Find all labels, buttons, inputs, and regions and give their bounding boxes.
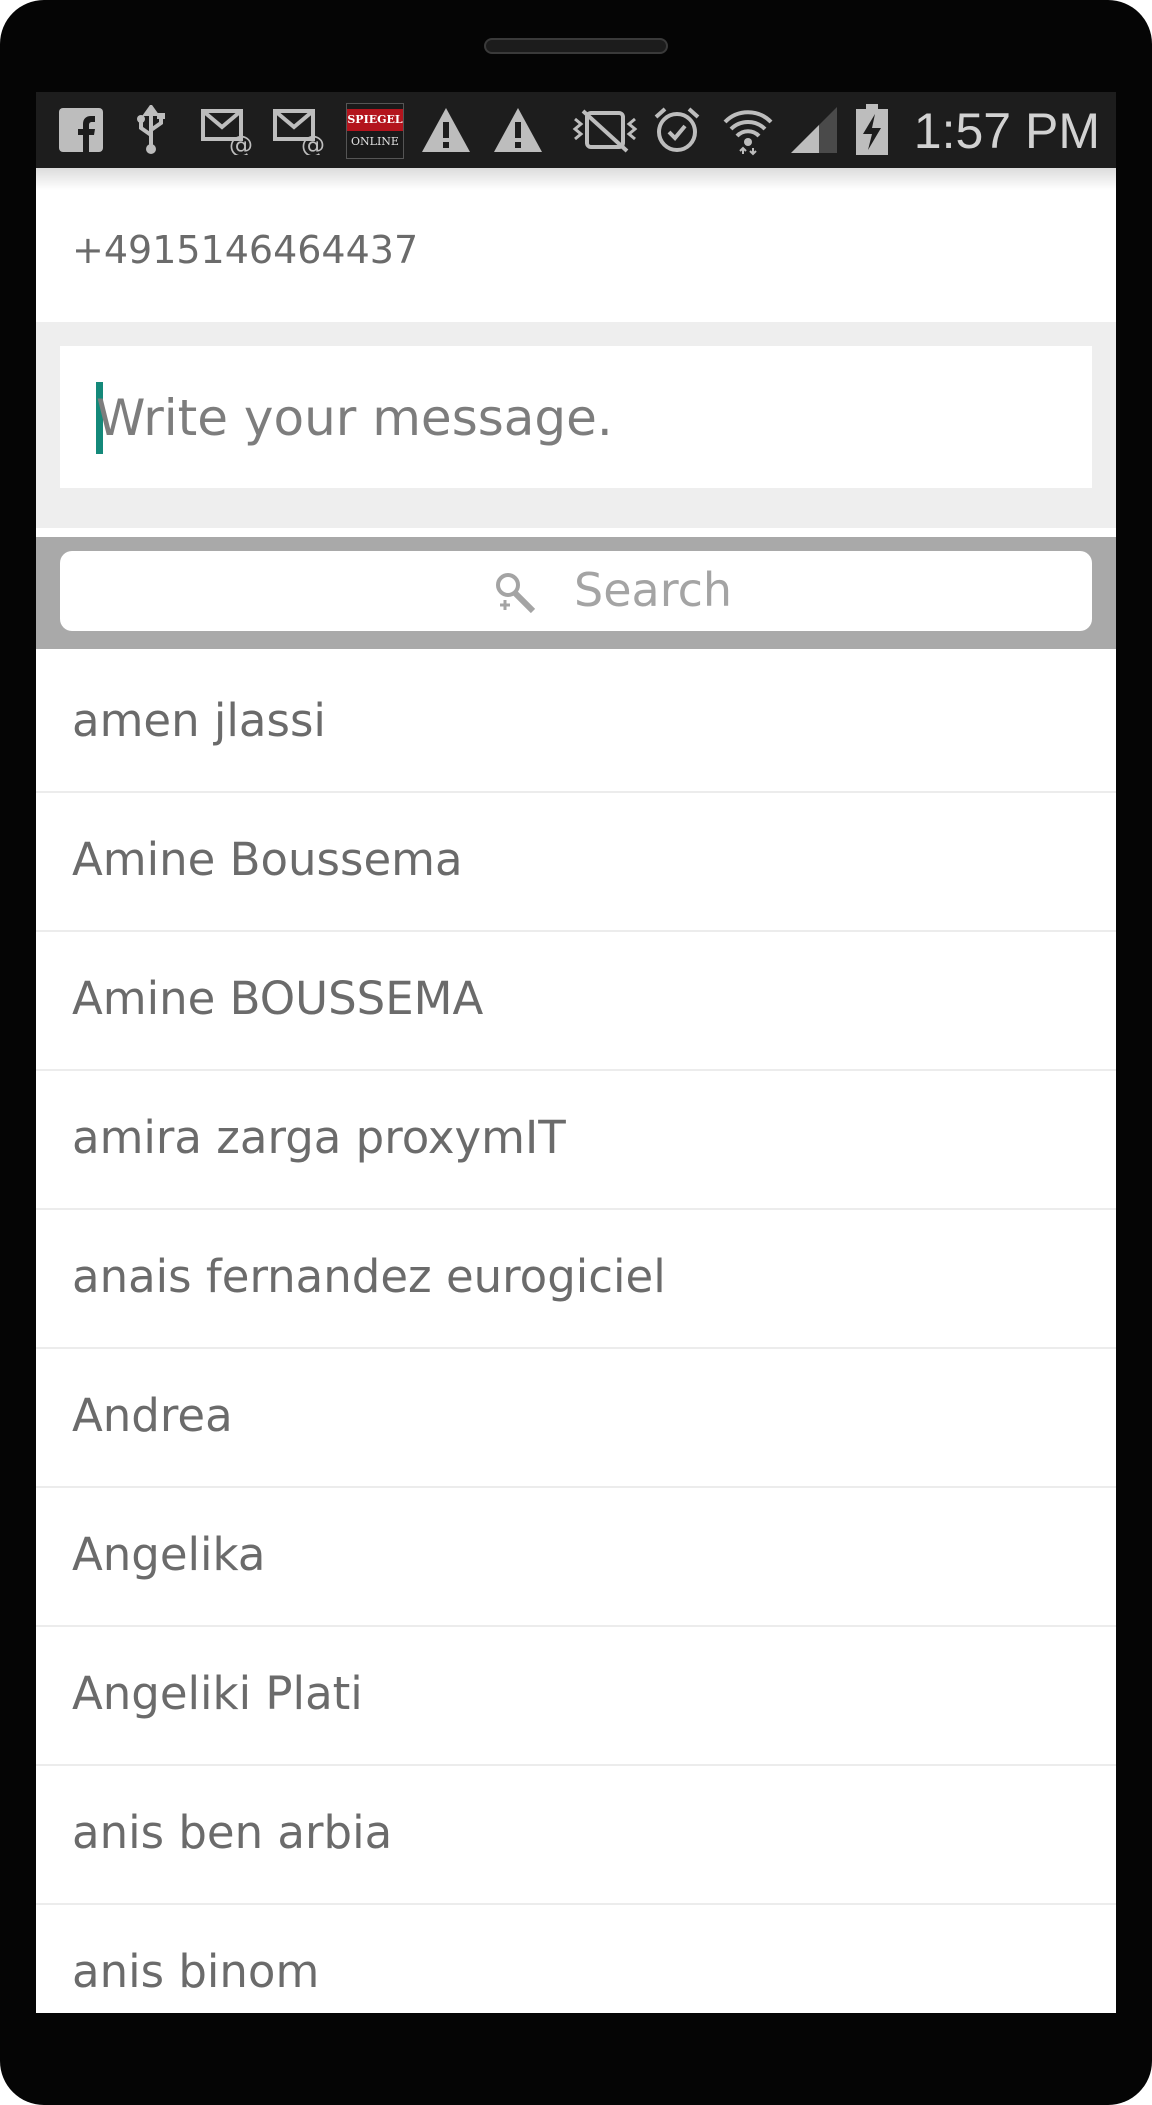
screen: @ @ SPIEGEL ONLINE 1:57 PM +491514646443… (36, 92, 1116, 2013)
contact-item[interactable]: Angeliki Plati (36, 1627, 1116, 1766)
contact-item[interactable]: Andrea (36, 1349, 1116, 1488)
spiegel-online-icon: SPIEGEL ONLINE (346, 103, 404, 159)
contact-name: anais fernandez eurogiciel (72, 1250, 666, 1303)
compose-area (36, 322, 1116, 528)
speaker-grille (484, 38, 668, 54)
contact-item[interactable]: Amine Boussema (36, 793, 1116, 932)
contact-name: Angeliki Plati (72, 1667, 363, 1720)
signal-icon (788, 102, 840, 158)
wifi-icon (720, 102, 776, 158)
search-field[interactable]: Search (60, 551, 1092, 631)
contact-item[interactable]: amen jlassi (36, 654, 1116, 793)
message-box[interactable] (60, 346, 1092, 488)
contact-name: Amine Boussema (72, 833, 463, 886)
email-icon: @ (272, 102, 328, 158)
contact-name: amira zarga proxymIT (72, 1111, 566, 1164)
contact-name: Amine BOUSSEMA (72, 972, 484, 1025)
facebook-icon (56, 102, 106, 158)
online-label: ONLINE (351, 135, 399, 148)
actionbar-shadow (36, 168, 1116, 190)
contact-name: anis ben arbia (72, 1806, 393, 1859)
alarm-icon (650, 102, 704, 158)
spiegel-label: SPIEGEL (347, 109, 403, 131)
recipient-number: +4915146464437 (72, 228, 419, 272)
contact-name: amen jlassi (72, 694, 326, 747)
vibrate-mute-icon (570, 102, 640, 158)
phone-frame: @ @ SPIEGEL ONLINE 1:57 PM +491514646443… (0, 0, 1152, 2105)
contact-item[interactable]: amira zarga proxymIT (36, 1071, 1116, 1210)
email-icon: @ (200, 102, 256, 158)
usb-icon (128, 102, 174, 158)
contact-item[interactable]: Angelika (36, 1488, 1116, 1627)
recipient-row[interactable]: +4915146464437 (36, 190, 1116, 322)
contact-name: Andrea (72, 1389, 233, 1442)
contact-name: Angelika (72, 1528, 266, 1581)
contact-item[interactable]: anis ben arbia (36, 1766, 1116, 1905)
contact-item[interactable]: anais fernandez eurogiciel (36, 1210, 1116, 1349)
message-input[interactable] (96, 370, 1076, 466)
search-label: Search (574, 563, 733, 617)
contact-list: amen jlassi Amine Boussema Amine BOUSSEM… (36, 654, 1116, 2013)
status-bar: @ @ SPIEGEL ONLINE 1:57 PM (36, 92, 1116, 168)
contact-item[interactable]: Amine BOUSSEMA (36, 932, 1116, 1071)
battery-charging-icon (850, 102, 894, 158)
warning-icon (418, 102, 474, 158)
svg-text:@: @ (229, 131, 253, 155)
warning-icon (490, 102, 546, 158)
search-bar: Search (36, 537, 1116, 649)
contact-name: anis binom (72, 1945, 320, 1998)
search-icon (492, 571, 536, 615)
status-time: 1:57 PM (913, 103, 1100, 159)
contact-item[interactable]: anis binom (36, 1905, 1116, 2013)
svg-text:@: @ (301, 131, 325, 155)
